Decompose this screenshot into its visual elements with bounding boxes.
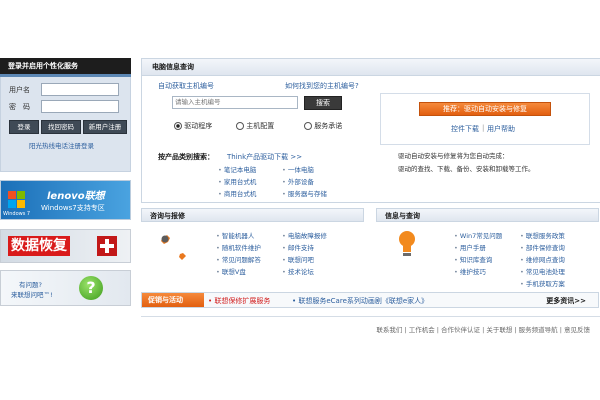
- info-warranty[interactable]: 部件保修查询: [520, 242, 565, 252]
- footer-jobs[interactable]: 工作机会: [409, 326, 435, 334]
- recommend-driver-button[interactable]: 推荐：驱动自动安装与修复: [419, 102, 551, 116]
- windows-logo-icon: [6, 189, 28, 211]
- medical-cross-icon: [97, 236, 117, 256]
- radio-config-label: 主机配置: [246, 122, 275, 130]
- data-recovery-title: 数据恢复: [8, 236, 70, 256]
- radio-config-dot[interactable]: [236, 122, 244, 130]
- ask-line2: 来联想问吧™!: [11, 291, 53, 299]
- promo-bar: 促销与活动 • 联想保修扩展服务 • 联想服务eCare系列动画剧《联想e家人》…: [141, 292, 599, 308]
- info-win7-faq[interactable]: Win7常见问题: [454, 230, 502, 240]
- promo-item-warranty-text: 联想保修扩展服务: [214, 297, 271, 305]
- login-form: 用户名 密 码 登录 找回密码 新用户注册 阳光热线电话注册登录: [0, 77, 131, 172]
- question-bubble-icon: ?: [79, 276, 103, 300]
- hotline-link[interactable]: 阳光热线电话注册登录: [29, 140, 94, 150]
- computer-info-panel: 电脑信息查询 自动获取主机编号 搜索 驱动程序 主机配置 服务承诺 如何找到您的…: [141, 58, 600, 203]
- consult-forum[interactable]: 技术论坛: [282, 266, 314, 276]
- link-divider: |: [482, 124, 485, 132]
- category-home-desktop[interactable]: 家用台式机: [218, 176, 257, 186]
- category-search-label: 按产品类别搜索：: [158, 153, 214, 161]
- consult-email[interactable]: 邮件支持: [282, 242, 314, 252]
- consult-faq[interactable]: 常见问题解答: [216, 254, 261, 264]
- radio-driver-label: 驱动程序: [184, 122, 213, 130]
- password-label: 密 码: [9, 103, 30, 111]
- info-outlets[interactable]: 维修网点查询: [520, 254, 565, 264]
- computer-info-title: 电脑信息查询: [142, 59, 600, 76]
- consult-robot[interactable]: 智能机器人: [216, 230, 255, 240]
- consult-repair[interactable]: 电脑故障报修: [282, 230, 327, 240]
- radio-service-label: 服务承诺: [314, 122, 343, 130]
- info-manual[interactable]: 用户手册: [454, 242, 486, 252]
- info-battery[interactable]: 常见电池处理: [520, 266, 565, 276]
- info-maintenance[interactable]: 维护技巧: [454, 266, 486, 276]
- footer-partner[interactable]: 合作伙伴认证: [441, 326, 480, 334]
- windows-logo-text: Windows 7: [3, 211, 31, 217]
- radio-service[interactable]: 服务承诺: [304, 121, 342, 131]
- footer-feedback[interactable]: 意见反馈: [564, 326, 590, 334]
- login-button[interactable]: 登录: [9, 120, 39, 134]
- info-policy[interactable]: 联想服务政策: [520, 230, 565, 240]
- control-download-link[interactable]: 控件下载: [451, 124, 479, 134]
- get-host-number-link[interactable]: 自动获取主机编号: [158, 81, 214, 91]
- username-input[interactable]: [41, 83, 119, 96]
- wrench-icon: [158, 233, 188, 261]
- driver-desc-line2: 驱动的查找、下载、备份、安装和卸载等工作。: [398, 165, 535, 173]
- promo-item-ecare[interactable]: • 联想服务eCare系列动画剧《联想e家人》: [292, 296, 428, 306]
- footer-links: 联系我们 | 工作机会 | 合作伙伴认证 | 关于联想 | 服务频道导航 | 意…: [376, 326, 590, 334]
- find-host-number-link[interactable]: 如何找到您的主机编号?: [285, 81, 359, 91]
- consult-vdisk[interactable]: 联想V盘: [216, 266, 246, 276]
- username-label: 用户名: [9, 86, 30, 94]
- radio-config[interactable]: 主机配置: [236, 121, 274, 131]
- host-number-input[interactable]: [172, 96, 298, 109]
- user-help-link[interactable]: 用户帮助: [487, 124, 515, 134]
- ask-line1: 有问题?: [19, 281, 42, 289]
- info-phone[interactable]: 手机获取方案: [520, 278, 565, 288]
- radio-driver-dot[interactable]: [174, 122, 182, 130]
- win7-promo-text: Windows7支持专区: [41, 204, 105, 212]
- win7-promo-banner[interactable]: Windows 7 lenovo联想 Windows7支持专区: [0, 180, 131, 220]
- forgot-password-button[interactable]: 找回密码: [41, 120, 81, 134]
- lenovo-brand: lenovo联想: [47, 191, 105, 202]
- category-servers[interactable]: 服务器与存储: [282, 188, 327, 198]
- lightbulb-icon: [396, 229, 418, 259]
- consult-ask[interactable]: 联想问吧: [282, 254, 314, 264]
- footer-about[interactable]: 关于联想: [486, 326, 512, 334]
- driver-desc-line1: 驱动自动安装与修复将为您自动完成：: [398, 152, 509, 160]
- consult-section-title: 咨询与报修: [141, 208, 364, 222]
- footer-divider: [141, 316, 600, 317]
- promo-bar-label: 促销与活动: [142, 293, 204, 307]
- register-button[interactable]: 新用户注册: [83, 120, 127, 134]
- category-peripherals[interactable]: 外部设备: [282, 176, 314, 186]
- info-section-title: 信息与查询: [376, 208, 599, 222]
- login-title: 登录并启用个性化服务: [0, 58, 131, 77]
- promo-more-link[interactable]: 更多资讯>>: [546, 296, 586, 306]
- radio-driver[interactable]: 驱动程序: [174, 121, 212, 131]
- login-panel: 登录并启用个性化服务 用户名 密 码 登录 找回密码 新用户注册 阳光热线电话注…: [0, 58, 131, 172]
- search-button[interactable]: 搜索: [304, 96, 342, 110]
- promo-item-ecare-text: 联想服务eCare系列动画剧《联想e家人》: [298, 297, 429, 305]
- data-recovery-banner[interactable]: 数据恢复: [0, 229, 131, 263]
- consult-software[interactable]: 随机软件维护: [216, 242, 261, 252]
- category-all-in-one[interactable]: 一体电脑: [282, 164, 314, 174]
- driver-auto-install-box: 推荐：驱动自动安装与修复 控件下载 | 用户帮助: [380, 93, 590, 145]
- category-business-desktop[interactable]: 商用台式机: [218, 188, 257, 198]
- category-notebook[interactable]: 笔记本电脑: [218, 164, 257, 174]
- footer-contact[interactable]: 联系我们: [376, 326, 402, 334]
- think-driver-link[interactable]: Think产品驱动下载 >>: [227, 152, 302, 162]
- promo-item-warranty[interactable]: • 联想保修扩展服务: [208, 296, 270, 306]
- footer-channel-nav[interactable]: 服务频道导航: [519, 326, 558, 334]
- radio-service-dot[interactable]: [304, 122, 312, 130]
- host-search-box: 自动获取主机编号 搜索 驱动程序 主机配置 服务承诺: [154, 82, 366, 143]
- ask-lenovo-banner[interactable]: 有问题? 来联想问吧™! ?: [0, 270, 131, 306]
- password-input[interactable]: [41, 100, 119, 113]
- info-knowledge[interactable]: 知识库查询: [454, 254, 493, 264]
